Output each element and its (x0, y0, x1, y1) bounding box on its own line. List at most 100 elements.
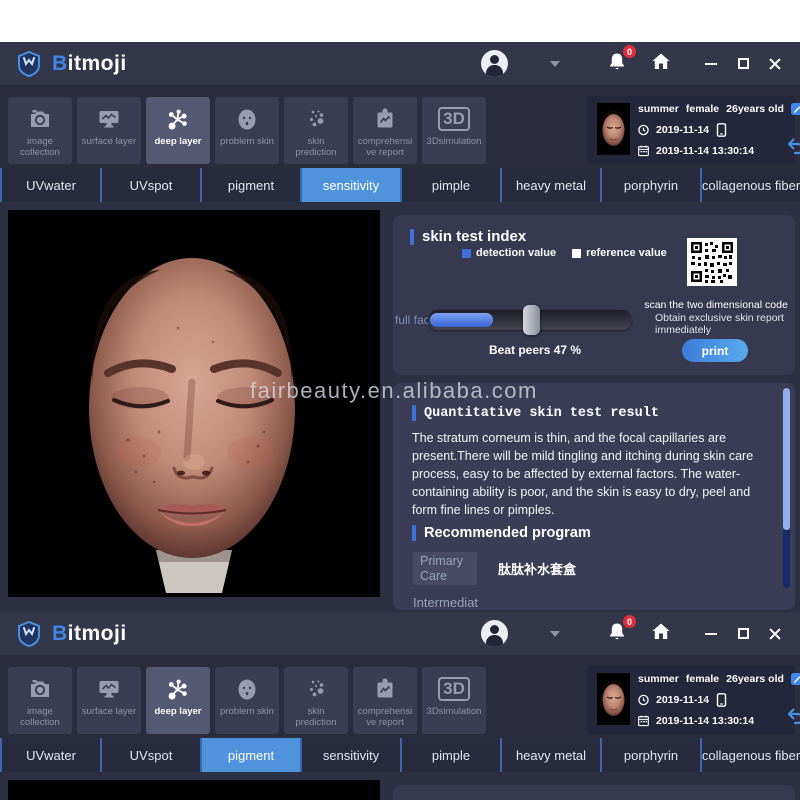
close-button[interactable] (766, 55, 784, 73)
tab-pimple[interactable]: pimple (400, 168, 500, 202)
scan-hint-line1: scan the two dimensional code (640, 299, 792, 311)
minimize-button[interactable] (702, 625, 720, 643)
result-title: Quantitative skin test result (412, 405, 659, 421)
tab-porphyrin[interactable]: porphyrin (600, 168, 700, 202)
avatar[interactable] (481, 50, 508, 77)
3d-icon: 3D (438, 677, 470, 701)
tab-uvwater[interactable]: UVwater (0, 168, 100, 202)
reference-swatch (572, 249, 581, 258)
detection-swatch (462, 249, 471, 258)
dots-scatter-icon (304, 107, 328, 131)
recommended-title: Recommended program (412, 525, 591, 541)
tab-pigment[interactable]: pigment (200, 738, 300, 772)
notification-badge: 0 (623, 45, 636, 58)
tab-sensitivity[interactable]: sensitivity (300, 738, 400, 772)
print-button[interactable]: print (682, 339, 748, 362)
test-date: 2019-11-14 (656, 124, 709, 136)
calendar-icon (638, 714, 649, 727)
analysis-tabs: UVwater UVspot pigment sensitivity pimpl… (0, 168, 800, 202)
main-content: skin test index detection value referenc… (0, 202, 800, 612)
home-button[interactable] (650, 51, 672, 76)
phone-icon[interactable] (716, 693, 727, 707)
minimize-button[interactable] (702, 55, 720, 73)
tool-problem-skin[interactable]: problem skin (215, 667, 279, 734)
app-window-bottom: Bitmoji 0 imag (0, 612, 800, 800)
app-title: Bitmoji (52, 52, 127, 76)
tool-surface-layer[interactable]: surface layer (77, 97, 141, 164)
skin-test-index-panel: skin test index detection value referenc… (393, 215, 795, 375)
clipboard-chart-icon (373, 107, 397, 131)
tab-pigment[interactable]: pigment (200, 168, 300, 202)
chevron-down-icon[interactable] (550, 61, 560, 67)
title-accent-bar (412, 525, 416, 541)
scrollbar[interactable] (783, 388, 790, 588)
tab-uvwater[interactable]: UVwater (0, 738, 100, 772)
user-gender: female (686, 673, 719, 685)
chevron-down-icon[interactable] (550, 631, 560, 637)
notifications-button[interactable]: 0 (606, 621, 628, 646)
user-gender: female (686, 103, 719, 115)
tool-image-collection[interactable]: image collection (8, 667, 72, 734)
scrollbar-track (783, 530, 790, 588)
tab-collagenous-fiber[interactable]: collagenous fiber (700, 738, 800, 772)
user-age: 26years old (726, 673, 784, 685)
undo-icon[interactable] (786, 137, 800, 156)
intermediate-care-button[interactable]: Intermediat (413, 595, 478, 610)
tool-deep-layer[interactable]: deep layer (146, 667, 210, 734)
molecule-icon (165, 106, 191, 132)
phone-icon[interactable] (716, 123, 727, 137)
beat-peers-label: Beat peers 47 % (489, 343, 581, 357)
monitor-wave-icon (97, 677, 121, 701)
notifications-button[interactable]: 0 (606, 51, 628, 76)
titlebar: Bitmoji 0 (0, 42, 800, 85)
monitor-wave-icon (97, 107, 121, 131)
tool-surface-layer[interactable]: surface layer (77, 667, 141, 734)
tab-porphyrin[interactable]: porphyrin (600, 738, 700, 772)
slider-handle[interactable] (523, 305, 540, 335)
tab-uvspot[interactable]: UVspot (100, 168, 200, 202)
qr-code (687, 238, 737, 286)
clock-icon (638, 694, 649, 706)
detection-slider[interactable] (428, 310, 632, 330)
tool-comprehensive-report[interactable]: comprehensi ve report (353, 667, 417, 734)
tab-sensitivity[interactable]: sensitivity (300, 168, 400, 202)
tool-3d-simulation[interactable]: 3D 3Dsimulation (422, 667, 486, 734)
face-mask-icon (235, 677, 259, 701)
edit-icon[interactable] (791, 103, 800, 115)
tool-skin-prediction[interactable]: skin prediction (284, 97, 348, 164)
minimize-icon (705, 633, 717, 635)
undo-icon[interactable] (786, 707, 800, 726)
tab-uvspot[interactable]: UVspot (100, 738, 200, 772)
avatar[interactable] (481, 620, 508, 647)
tab-collagenous-fiber[interactable]: collagenous fiber (700, 168, 800, 202)
user-name: summer (638, 673, 679, 685)
tab-heavy-metal[interactable]: heavy metal (500, 738, 600, 772)
user-identity-row: summer female 26years old (638, 103, 800, 115)
edit-icon[interactable] (791, 673, 800, 685)
main-content (0, 772, 800, 800)
user-photo (597, 673, 630, 725)
tool-skin-prediction[interactable]: skin prediction (284, 667, 348, 734)
user-age: 26years old (726, 103, 784, 115)
camera-icon (28, 677, 52, 701)
maximize-button[interactable] (734, 625, 752, 643)
test-date: 2019-11-14 (656, 694, 709, 706)
3d-icon: 3D (438, 107, 470, 131)
home-icon (650, 51, 672, 71)
tool-problem-skin[interactable]: problem skin (215, 97, 279, 164)
screenshot-stage: Bitmoji 0 imag (0, 0, 800, 800)
maximize-icon (738, 628, 749, 639)
tab-pimple[interactable]: pimple (400, 738, 500, 772)
maximize-button[interactable] (734, 55, 752, 73)
app-logo-icon (16, 621, 42, 647)
primary-care-button[interactable]: Primary Care (413, 552, 477, 585)
tool-deep-layer[interactable]: deep layer (146, 97, 210, 164)
tool-3d-simulation[interactable]: 3D 3Dsimulation (422, 97, 486, 164)
close-button[interactable] (766, 625, 784, 643)
tab-heavy-metal[interactable]: heavy metal (500, 168, 600, 202)
tool-comprehensive-report[interactable]: comprehensi ve report (353, 97, 417, 164)
scrollbar-thumb[interactable] (783, 388, 790, 530)
home-button[interactable] (650, 621, 672, 646)
tool-image-collection[interactable]: image collection (8, 97, 72, 164)
home-icon (650, 621, 672, 641)
